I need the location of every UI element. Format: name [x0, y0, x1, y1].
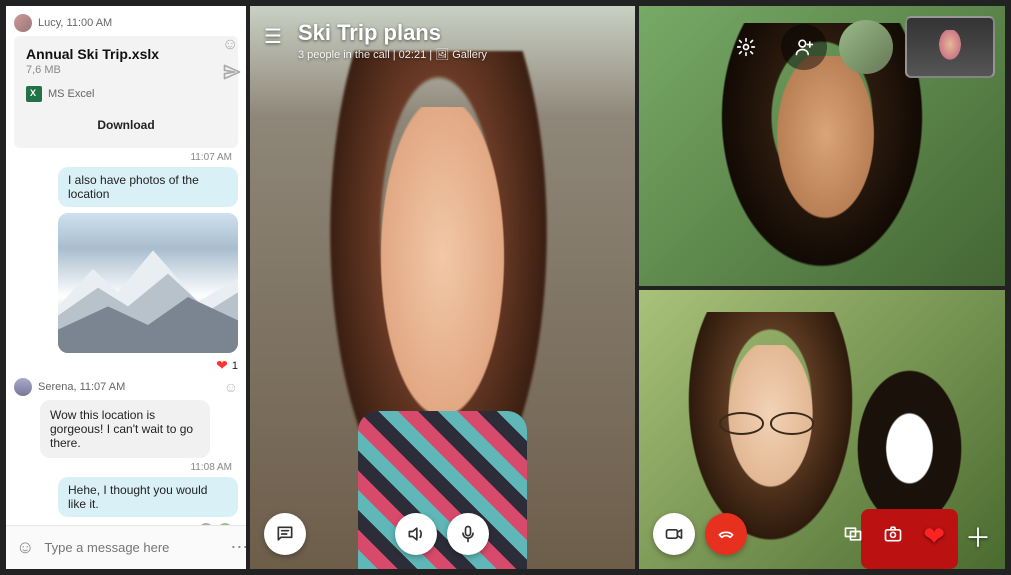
avatar — [14, 378, 32, 396]
sender-label: Lucy, 11:00 AM — [38, 17, 112, 29]
video-tile-participant[interactable]: ❤ ＋ — [639, 290, 1005, 570]
heart-icon: ❤ — [216, 357, 228, 374]
emoji-react-icon[interactable]: ☺ — [224, 379, 238, 395]
file-attachment-card[interactable]: Annual Ski Trip.xslx 7,6 MB MS Excel Dow… — [14, 36, 238, 148]
open-chat-button[interactable] — [264, 513, 306, 555]
reaction-count: 1 — [232, 360, 238, 372]
add-button[interactable]: ＋ — [965, 518, 991, 555]
video-tile-main[interactable]: ☰ Ski Trip plans 3 people in the call | … — [250, 6, 635, 569]
sender-row-serena: Serena, 11:07 AM ☺ — [14, 378, 238, 396]
excel-icon — [26, 86, 42, 102]
video-call-panel: ☰ Ski Trip plans 3 people in the call | … — [250, 6, 1005, 569]
call-subtitle: 3 people in the call | 02:21 | 🖼 Gallery — [298, 48, 487, 61]
emoji-picker-button[interactable]: ☺ — [16, 537, 34, 558]
heart-react-button[interactable]: ❤ — [923, 521, 945, 552]
share-screen-button[interactable] — [843, 524, 863, 550]
file-type-label: MS Excel — [48, 88, 94, 100]
forward-icon[interactable] — [222, 62, 242, 87]
video-tile-participant[interactable] — [639, 6, 1005, 286]
call-header: ☰ Ski Trip plans 3 people in the call | … — [264, 20, 487, 61]
message-input[interactable] — [44, 540, 220, 555]
self-view-pip[interactable] — [905, 16, 995, 78]
sender-label: Serena, 11:07 AM — [38, 381, 125, 393]
hamburger-icon[interactable]: ☰ — [264, 24, 282, 49]
microphone-button[interactable] — [447, 513, 489, 555]
avatar — [14, 14, 32, 32]
sender-row-lucy: Lucy, 11:00 AM — [14, 14, 238, 32]
reaction-bar[interactable]: ❤ 1 — [216, 357, 238, 374]
message-in[interactable]: Wow this location is gorgeous! I can't w… — [40, 400, 210, 458]
more-options-button[interactable]: ⋯ — [230, 537, 246, 558]
message-composer: ☺ ⋯ — [6, 525, 246, 569]
snapshot-button[interactable] — [883, 524, 903, 550]
photo-attachment[interactable] — [58, 213, 238, 353]
chat-scroll-area[interactable]: Lucy, 11:00 AM ☺ Annual Ski Trip.xslx 7,… — [6, 6, 246, 525]
timestamp: 11:08 AM — [20, 462, 232, 473]
hangup-button[interactable] — [705, 513, 747, 555]
file-name: Annual Ski Trip.xslx — [26, 46, 226, 62]
settings-button[interactable] — [723, 24, 769, 70]
timestamp: 11:07 AM — [20, 152, 232, 163]
camera-button[interactable] — [653, 513, 695, 555]
add-participant-button[interactable] — [781, 24, 827, 70]
call-title: Ski Trip plans — [298, 20, 487, 46]
participant-avatar[interactable] — [839, 20, 893, 74]
speaker-button[interactable] — [395, 513, 437, 555]
download-button[interactable]: Download — [26, 112, 226, 138]
file-size: 7,6 MB — [26, 64, 226, 76]
message-out[interactable]: Hehe, I thought you would like it. — [58, 477, 238, 517]
emoji-react-icon[interactable]: ☺ — [222, 36, 242, 54]
message-out[interactable]: I also have photos of the location — [58, 167, 238, 207]
chat-panel: Lucy, 11:00 AM ☺ Annual Ski Trip.xslx 7,… — [6, 6, 246, 569]
